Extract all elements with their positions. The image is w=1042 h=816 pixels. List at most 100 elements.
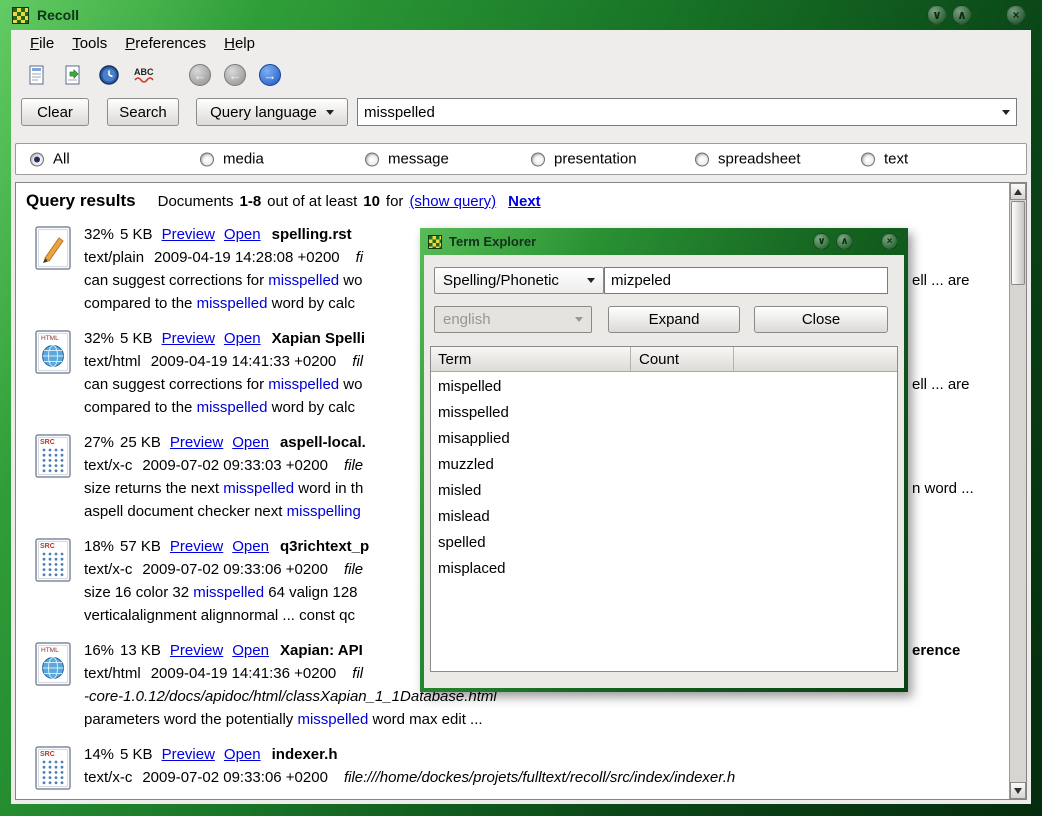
scrollbar-thumb[interactable]	[1011, 201, 1025, 285]
term-row[interactable]: misled	[431, 478, 897, 504]
term-search-field[interactable]	[604, 267, 888, 294]
open-link[interactable]: Open	[224, 226, 261, 243]
term-row[interactable]: misspelled	[431, 400, 897, 426]
result-headline: 14%5 KBPreviewOpenindexer.h	[84, 743, 1009, 766]
filter-label: text	[884, 151, 908, 168]
query-combo-arrow-icon[interactable]	[1002, 110, 1010, 115]
result-meta: text/x-c2009-07-02 09:33:06 +0200file://…	[84, 766, 1009, 789]
history-clock-icon[interactable]	[95, 62, 122, 89]
term-cell: mislead	[431, 504, 631, 530]
close-window-icon[interactable]: ×	[1006, 5, 1026, 25]
first-page-icon[interactable]: ←	[189, 64, 211, 86]
term-row[interactable]: misplaced	[431, 556, 897, 582]
expand-button[interactable]: Expand	[608, 306, 740, 333]
term-cell: misapplied	[431, 426, 631, 452]
clear-button-label: Clear	[37, 104, 73, 121]
term-row[interactable]: mispelled	[431, 374, 897, 400]
relevance-percent: 32%	[84, 226, 114, 243]
term-row[interactable]: mislead	[431, 504, 897, 530]
query-field[interactable]	[357, 98, 1017, 126]
mime-type: text/html	[84, 665, 141, 682]
menu-item-file[interactable]: File	[21, 31, 63, 56]
preview-link[interactable]: Preview	[162, 746, 215, 763]
save-document-icon[interactable]	[59, 62, 86, 89]
result-title: indexer.h	[272, 746, 338, 763]
menu-item-tools[interactable]: Tools	[63, 31, 116, 56]
dialog-close-icon[interactable]: ×	[881, 233, 898, 250]
open-link[interactable]: Open	[232, 538, 269, 555]
filter-text[interactable]: text	[861, 151, 908, 168]
open-link[interactable]: Open	[232, 434, 269, 451]
radio-icon	[365, 152, 379, 166]
file-size: 5 KB	[120, 746, 153, 763]
search-button[interactable]: Search	[107, 98, 179, 126]
close-button[interactable]: Close	[754, 306, 888, 333]
show-query-link[interactable]: (show query)	[409, 193, 496, 210]
docs-label: Documents	[158, 193, 234, 210]
expansion-mode-combo[interactable]: Spelling/Phonetic	[434, 267, 604, 294]
dialog-unshade-icon[interactable]: ∧	[836, 233, 853, 250]
query-language-combo[interactable]: Query language	[196, 98, 348, 126]
source-code-icon: SRC	[34, 537, 72, 583]
filter-all[interactable]: All	[30, 151, 70, 168]
term-column-header[interactable]: Term	[431, 347, 631, 371]
term-table-header[interactable]: Term Count	[431, 347, 897, 372]
language-combo[interactable]: english	[434, 306, 592, 333]
html-icon: HTML	[34, 641, 72, 687]
open-link[interactable]: Open	[224, 746, 261, 763]
shade-window-icon[interactable]: ∨	[927, 5, 947, 25]
window-titlebar[interactable]: Recoll ∨ ∧ ×	[0, 0, 1042, 30]
result-title: Xapian Spelli	[272, 330, 365, 347]
prev-page-icon[interactable]: ←	[224, 64, 246, 86]
doc-date: 2009-04-19 14:41:36 +0200	[151, 665, 337, 682]
count-column-header[interactable]: Count	[631, 347, 734, 371]
clear-button[interactable]: Clear	[21, 98, 89, 126]
count-cell	[631, 556, 734, 582]
count-cell	[631, 426, 734, 452]
recoll-window: Recoll ∨ ∧ × FileToolsPreferencesHelp AB…	[0, 0, 1042, 816]
query-input[interactable]	[364, 104, 993, 121]
scroll-down-icon[interactable]	[1010, 782, 1026, 799]
filter-message[interactable]: message	[365, 151, 449, 168]
doc-date: 2009-07-02 09:33:06 +0200	[142, 561, 328, 578]
recoll-logo-icon	[12, 7, 29, 24]
filter-media[interactable]: media	[200, 151, 264, 168]
scroll-up-icon[interactable]	[1010, 183, 1026, 200]
mime-type: text/html	[84, 353, 141, 370]
relevance-percent: 27%	[84, 434, 114, 451]
term-table: Term Count mispelledmisspelledmisapplied…	[430, 346, 898, 672]
preview-link[interactable]: Preview	[162, 330, 215, 347]
next-page-link[interactable]: Next	[508, 193, 541, 210]
clear-document-icon[interactable]	[23, 62, 50, 89]
results-scrollbar[interactable]	[1009, 183, 1026, 799]
next-page-icon[interactable]: →	[259, 64, 281, 86]
result-snippet: parameters word the potentially misspell…	[84, 708, 1009, 731]
count-cell	[631, 504, 734, 530]
spellcheck-abc-icon[interactable]: ABC	[131, 62, 158, 89]
docs-range: 1-8	[239, 193, 261, 210]
preview-link[interactable]: Preview	[170, 642, 223, 659]
filter-presentation[interactable]: presentation	[531, 151, 637, 168]
preview-link[interactable]: Preview	[170, 434, 223, 451]
preview-link[interactable]: Preview	[170, 538, 223, 555]
term-row[interactable]: misapplied	[431, 426, 897, 452]
open-link[interactable]: Open	[224, 330, 261, 347]
relevance-percent: 32%	[84, 330, 114, 347]
term-row[interactable]: muzzled	[431, 452, 897, 478]
count-cell	[631, 478, 734, 504]
file-path: file:///home/dockes/projets/fulltext/rec…	[344, 769, 735, 786]
unshade-window-icon[interactable]: ∧	[952, 5, 972, 25]
open-link[interactable]: Open	[232, 642, 269, 659]
term-row[interactable]: spelled	[431, 530, 897, 556]
term-table-rows: mispelledmisspelledmisappliedmuzzledmisl…	[431, 372, 897, 582]
menu-item-preferences[interactable]: Preferences	[116, 31, 215, 56]
dialog-shade-icon[interactable]: ∨	[813, 233, 830, 250]
dialog-titlebar[interactable]: Term Explorer ∨ ∧ ×	[420, 228, 908, 255]
preview-link[interactable]: Preview	[162, 226, 215, 243]
expand-button-label: Expand	[649, 311, 700, 328]
of-label: out of at least	[267, 193, 357, 210]
filter-spreadsheet[interactable]: spreadsheet	[695, 151, 801, 168]
menu-item-help[interactable]: Help	[215, 31, 264, 56]
term-search-input[interactable]	[611, 272, 881, 289]
source-code-icon: SRC	[34, 433, 72, 479]
